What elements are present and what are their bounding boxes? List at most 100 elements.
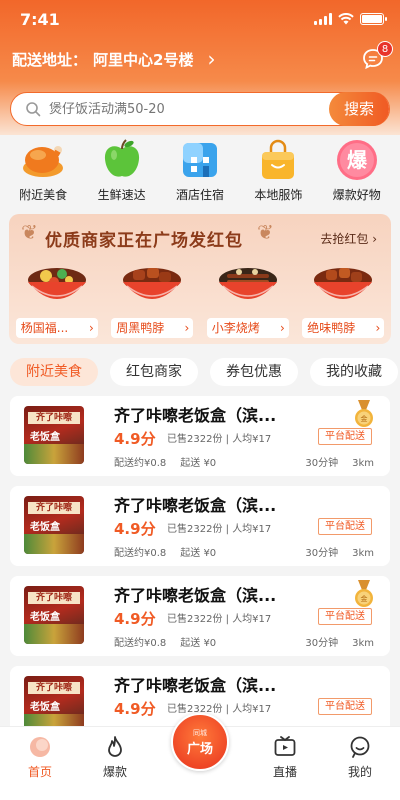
- delivery-eta: 30分钟3km: [305, 458, 374, 469]
- laurel-left-icon: ❦: [21, 220, 38, 244]
- delivery-fees: 配送约¥0.8起送 ¥0: [114, 638, 217, 649]
- delivery-fees: 配送约¥0.8起送 ¥0: [114, 458, 217, 469]
- banner-shop-label: 杨国福...: [20, 321, 69, 335]
- tab-home[interactable]: 首页: [10, 735, 70, 780]
- status-time: 7:41: [20, 10, 60, 29]
- thumbnail-brand-text: 齐了咔嚓: [28, 682, 80, 694]
- banner-shop[interactable]: 周黑鸭脖 ›: [109, 254, 195, 340]
- banner-shop-label: 小李烧烤: [211, 321, 260, 335]
- banner-shop[interactable]: 绝味鸭脖 ›: [300, 254, 386, 340]
- platform-delivery-tag: 平台配送: [318, 608, 372, 625]
- medal-icon: 金: [355, 580, 373, 607]
- category-hot-items[interactable]: 爆 爆款好物: [321, 138, 393, 204]
- tab-red-packet-merchants[interactable]: 红包商家: [110, 358, 198, 386]
- restaurant-card[interactable]: 齐了咔嚓老饭盒 齐了咔嚓老饭盒（滨... 金 4.9分 已售2322份 | 人均¥17 平…: [10, 576, 390, 656]
- apple-icon: [99, 138, 145, 182]
- restaurant-name: 齐了咔嚓老饭盒（滨...: [114, 406, 277, 425]
- restaurant-thumbnail: 齐了咔嚓 老饭盒: [24, 586, 84, 644]
- svg-text:金: 金: [361, 414, 368, 423]
- thumbnail-title-text: 老饭盒: [30, 702, 60, 713]
- banner-shop[interactable]: 小李烧烤 ›: [205, 254, 291, 340]
- tab-coupon-deals[interactable]: 券包优惠: [210, 358, 298, 386]
- tab-label: 直播: [272, 765, 297, 779]
- search-bar: 搜索: [10, 91, 390, 126]
- restaurant-sales: 已售2322份 | 人均¥17: [167, 434, 272, 445]
- search-input[interactable]: [49, 101, 319, 117]
- restaurant-sales: 已售2322份 | 人均¥17: [167, 704, 272, 715]
- restaurant-name: 齐了咔嚓老饭盒（滨...: [114, 676, 277, 695]
- tab-mine[interactable]: 我的: [330, 735, 390, 780]
- category-nearby-food[interactable]: 附近美食: [7, 138, 79, 204]
- hot-badge-text: 爆: [347, 148, 368, 172]
- food-bowl-icon: [218, 268, 277, 299]
- wifi-icon: [338, 13, 354, 25]
- category-hotel[interactable]: 酒店住宿: [164, 138, 236, 204]
- banner-shop[interactable]: 杨国福... ›: [14, 254, 100, 340]
- home-icon: [30, 737, 50, 757]
- category-label: 附近美食: [19, 188, 68, 202]
- hotel-icon: [177, 138, 223, 182]
- thumbnail-brand-text: 齐了咔嚓: [28, 412, 80, 424]
- thumbnail-brand-text: 齐了咔嚓: [28, 502, 80, 514]
- banner-shop-label: 周黑鸭脖: [116, 321, 165, 335]
- filter-tabs: 附近美食 红包商家 券包优惠 我的收藏: [10, 358, 400, 386]
- restaurant-thumbnail: 齐了咔嚓 老饭盒: [24, 406, 84, 464]
- category-fresh-delivery[interactable]: 生鲜速达: [86, 138, 158, 204]
- food-bowl-icon: [123, 268, 182, 299]
- svg-text:金: 金: [361, 594, 368, 603]
- thumbnail-title-text: 老饭盒: [30, 522, 60, 533]
- category-local-apparel[interactable]: 本地服饰: [242, 138, 314, 204]
- thumbnail-title-text: 老饭盒: [30, 432, 60, 443]
- tab-nearby-food[interactable]: 附近美食: [10, 358, 98, 386]
- tab-live[interactable]: 直播: [255, 735, 315, 780]
- restaurant-name: 齐了咔嚓老饭盒（滨...: [114, 496, 277, 515]
- flame-icon: [108, 736, 122, 757]
- search-button[interactable]: 搜索: [329, 91, 389, 126]
- laurel-right-icon: ❦: [257, 220, 274, 244]
- category-label: 爆款好物: [332, 188, 381, 202]
- chevron-right-icon: ›: [207, 47, 216, 71]
- grab-red-packet-link[interactable]: 去抢红包 ›: [320, 230, 377, 247]
- thumbnail-title-text: 老饭盒: [30, 612, 60, 623]
- restaurant-rating: 4.9分: [114, 520, 156, 538]
- tab-label: 爆款: [102, 765, 127, 779]
- restaurant-thumbnail: 齐了咔嚓 老饭盒: [24, 496, 84, 554]
- tab-label: 首页: [27, 765, 52, 779]
- tab-hot[interactable]: 爆款: [85, 735, 145, 780]
- tab-plaza[interactable]: 同城 广场: [171, 713, 229, 771]
- category-nav: 附近美食 生鲜速达 酒店住宿 本地服饰 爆 爆款好物: [0, 138, 400, 204]
- cellular-signal-icon: [314, 13, 332, 25]
- food-bowl-icon: [27, 268, 86, 299]
- tab-my-favorites[interactable]: 我的收藏: [310, 358, 398, 386]
- category-label: 生鲜速达: [97, 188, 146, 202]
- delivery-address[interactable]: 配送地址： 阿里中心2号楼 ›: [12, 47, 215, 71]
- restaurant-name: 齐了咔嚓老饭盒（滨...: [114, 586, 277, 605]
- red-packet-banner: ❦ 优质商家正在广场发红包 ❦ 去抢红包 › 杨国福... › 周黑鸭脖 › 小李烧…: [9, 214, 391, 344]
- category-label: 本地服饰: [254, 188, 303, 202]
- restaurant-rating: 4.9分: [114, 610, 156, 628]
- tab-label: 我的: [347, 765, 372, 779]
- shopping-bag-icon: [255, 138, 301, 182]
- restaurant-rating: 4.9分: [114, 700, 156, 718]
- profile-icon: [350, 736, 370, 758]
- message-button[interactable]: 8: [362, 41, 393, 70]
- bottom-tab-bar: 首页 爆款 同城 广场 直播 我的: [0, 713, 400, 800]
- status-bar: 7:41: [0, 0, 400, 40]
- delivery-eta: 30分钟3km: [305, 548, 374, 559]
- search-icon: [26, 102, 41, 117]
- platform-delivery-tag: 平台配送: [318, 428, 372, 445]
- restaurant-sales: 已售2322份 | 人均¥17: [167, 524, 272, 535]
- message-count-badge: 8: [377, 41, 393, 57]
- plaza-caption: 同城: [193, 728, 207, 737]
- restaurant-card[interactable]: 齐了咔嚓 老饭盒 齐了咔嚓老饭盒（滨... 金 4.9分 已售2322份 | 人均¥17 平…: [10, 396, 390, 476]
- hot-badge-icon: 爆: [334, 138, 380, 182]
- restaurant-card[interactable]: 齐了咔嚓老饭盒 齐了咔嚓老饭盒（滨... 4.9分 已售2322份 | 人均¥17 平台…: [10, 486, 390, 566]
- category-label: 酒店住宿: [175, 188, 224, 202]
- restaurant-sales: 已售2322份 | 人均¥17: [167, 614, 272, 625]
- thumbnail-brand-text: 齐了咔嚓: [28, 592, 80, 604]
- delivery-fees: 配送约¥0.8起送 ¥0: [114, 548, 217, 559]
- banner-shop-label: 绝味鸭脖: [307, 321, 356, 335]
- platform-delivery-tag: 平台配送: [318, 518, 372, 535]
- plaza-label: 广场: [186, 741, 213, 757]
- address-value: 阿里中心2号楼: [93, 50, 194, 69]
